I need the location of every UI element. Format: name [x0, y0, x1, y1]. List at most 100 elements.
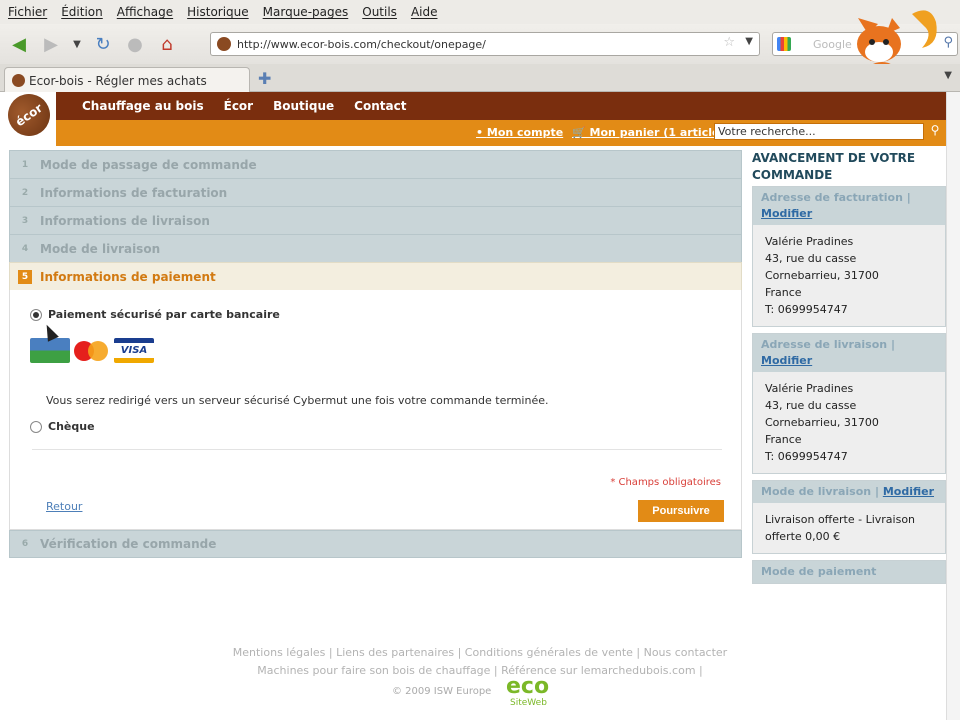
step-billing[interactable]: 2 Informations de facturation	[9, 178, 742, 206]
step-checkout-method[interactable]: 1 Mode de passage de commande	[9, 150, 742, 178]
continue-button[interactable]: Poursuivre	[638, 500, 724, 522]
eco-siteweb-sub: SiteWeb	[510, 698, 547, 708]
nav-ecor[interactable]: Écor	[224, 99, 253, 113]
billing-name: Valérie Pradines	[765, 235, 854, 248]
header-separator: |	[874, 485, 879, 498]
forward-icon[interactable]: ▶	[38, 31, 64, 57]
billing-city: Cornebarrieu, 31700	[765, 269, 879, 282]
page-scrollbar[interactable]	[946, 92, 960, 720]
step-payment: 5 Informations de paiement	[9, 262, 742, 290]
account-link[interactable]: • Mon compte	[476, 126, 563, 139]
tab-title: Ecor-bois - Régler mes achats	[29, 73, 207, 88]
page-content: Chauffage au bois Écor Boutique Contact …	[0, 85, 960, 720]
menu-aide[interactable]: Aide	[411, 5, 438, 19]
billing-address-header: Adresse de facturation | Modifier	[753, 187, 945, 225]
stop-icon[interactable]: ●	[122, 31, 148, 57]
footer-links-row-1[interactable]: Mentions légales | Liens des partenaires…	[0, 644, 960, 662]
footer-links-row-2[interactable]: Machines pour faire son bois de chauffag…	[0, 662, 960, 680]
history-dropdown-icon[interactable]: ▼	[70, 31, 84, 57]
reload-icon[interactable]: ↻	[90, 31, 116, 57]
method-line-1: Livraison offerte - Livraison	[765, 513, 916, 526]
mastercard-orange-circle	[88, 341, 108, 361]
visa-card-icon: VISA	[114, 338, 154, 363]
edit-billing-link[interactable]: Modifier	[761, 207, 812, 220]
cart-link[interactable]: 🛒 Mon panier (1 article)	[572, 126, 724, 139]
step-label: Mode de passage de commande	[40, 157, 257, 172]
payment-form: Paiement sécurisé par carte bancaire VIS…	[9, 290, 742, 530]
payment-method-box: Mode de paiement	[752, 560, 946, 584]
mastercard-icon	[72, 338, 112, 363]
nav-contact[interactable]: Contact	[354, 99, 406, 113]
nav-boutique[interactable]: Boutique	[273, 99, 334, 113]
tab-ecor-bois[interactable]: Ecor-bois - Régler mes achats	[4, 67, 250, 93]
step-label: Informations de livraison	[40, 213, 210, 228]
back-link[interactable]: Retour	[46, 500, 82, 513]
shipping-address-body: Valérie Pradines 43, rue du casse Corneb…	[753, 372, 945, 473]
required-fields-note: * Champs obligatoires	[610, 477, 721, 488]
tab-list-chevron-icon[interactable]: ▼	[944, 70, 952, 81]
tab-bar: Ecor-bois - Régler mes achats ✚ ▼	[0, 64, 960, 93]
card-payment-radio[interactable]	[30, 309, 42, 321]
ecor-logo[interactable]: écor	[0, 85, 59, 145]
edit-method-link[interactable]: Modifier	[883, 485, 934, 498]
eco-siteweb-logo[interactable]: eco	[506, 676, 549, 698]
cb-card-icon	[30, 338, 70, 363]
step-shipping-method[interactable]: 4 Mode de livraison	[9, 234, 742, 262]
url-dropdown-icon[interactable]: ▼	[745, 36, 753, 47]
browser-menubar: Fichier Édition Affichage Historique Mar…	[0, 0, 960, 24]
step-label: Mode de livraison	[40, 241, 161, 256]
menu-marque-pages[interactable]: Marque-pages	[263, 5, 349, 19]
shipping-name: Valérie Pradines	[765, 382, 854, 395]
step-number: 1	[21, 159, 29, 170]
step-review: 6 Vérification de commande	[9, 530, 742, 558]
url-bar[interactable]: http://www.ecor-bois.com/checkout/onepag…	[210, 32, 760, 56]
shipping-phone: T: 0699954747	[765, 450, 848, 463]
card-payment-label[interactable]: Paiement sécurisé par carte bancaire	[48, 308, 280, 321]
tab-favicon-icon	[12, 74, 25, 87]
bookmark-star-icon[interactable]: ☆	[723, 35, 735, 50]
menu-affichage[interactable]: Affichage	[117, 5, 173, 19]
cheque-label[interactable]: Chèque	[48, 420, 95, 433]
cheque-radio[interactable]	[30, 421, 42, 433]
back-icon[interactable]: ◀	[6, 31, 32, 57]
step-number: 4	[21, 243, 29, 254]
account-link-label: Mon compte	[486, 126, 564, 139]
header-separator: |	[890, 338, 895, 351]
site-favicon-icon	[217, 37, 231, 51]
step-number: 2	[21, 187, 29, 198]
billing-address-title: Adresse de facturation	[761, 191, 903, 204]
site-search-icon[interactable]: ⚲	[926, 123, 944, 140]
billing-address-box: Adresse de facturation | Modifier Valéri…	[752, 186, 946, 327]
billing-address-body: Valérie Pradines 43, rue du casse Corneb…	[753, 225, 945, 326]
shipping-method-title: Mode de livraison	[761, 485, 872, 498]
shipping-address-header: Adresse de livraison | Modifier	[753, 334, 945, 372]
order-progress-sidebar: AVANCEMENT DE VOTRE COMMANDE Adresse de …	[752, 150, 946, 590]
nav-chauffage[interactable]: Chauffage au bois	[82, 99, 204, 113]
step-shipping[interactable]: 3 Informations de livraison	[9, 206, 742, 234]
google-engine-icon[interactable]	[777, 37, 791, 51]
shipping-street: 43, rue du casse	[765, 399, 857, 412]
billing-country: France	[765, 286, 802, 299]
url-text: http://www.ecor-bois.com/checkout/onepag…	[237, 37, 486, 51]
step-label: Informations de paiement	[40, 269, 216, 284]
edit-shipping-link[interactable]: Modifier	[761, 354, 812, 367]
step-number: 5	[18, 269, 32, 284]
menu-historique[interactable]: Historique	[187, 5, 249, 19]
step-label: Vérification de commande	[40, 537, 217, 551]
site-footer: Mentions légales | Liens des partenaires…	[0, 644, 960, 708]
form-divider	[32, 449, 722, 450]
menu-edition[interactable]: Édition	[61, 5, 103, 19]
payment-method-title: Mode de paiement	[753, 561, 945, 583]
billing-phone: T: 0699954747	[765, 303, 848, 316]
shipping-address-title: Adresse de livraison	[761, 338, 888, 351]
home-icon[interactable]: ⌂	[154, 31, 180, 57]
checkout-steps: 1 Mode de passage de commande 2 Informatio…	[9, 150, 742, 558]
progress-title: AVANCEMENT DE VOTRE COMMANDE	[752, 151, 916, 182]
billing-street: 43, rue du casse	[765, 252, 857, 265]
site-search-input[interactable]: Votre recherche...	[714, 123, 924, 140]
search-icon[interactable]: ⚲	[943, 35, 953, 50]
menu-outils[interactable]: Outils	[362, 5, 397, 19]
header-separator: |	[906, 191, 911, 204]
new-tab-icon[interactable]: ✚	[258, 69, 271, 88]
menu-fichier[interactable]: Fichier	[8, 5, 47, 19]
